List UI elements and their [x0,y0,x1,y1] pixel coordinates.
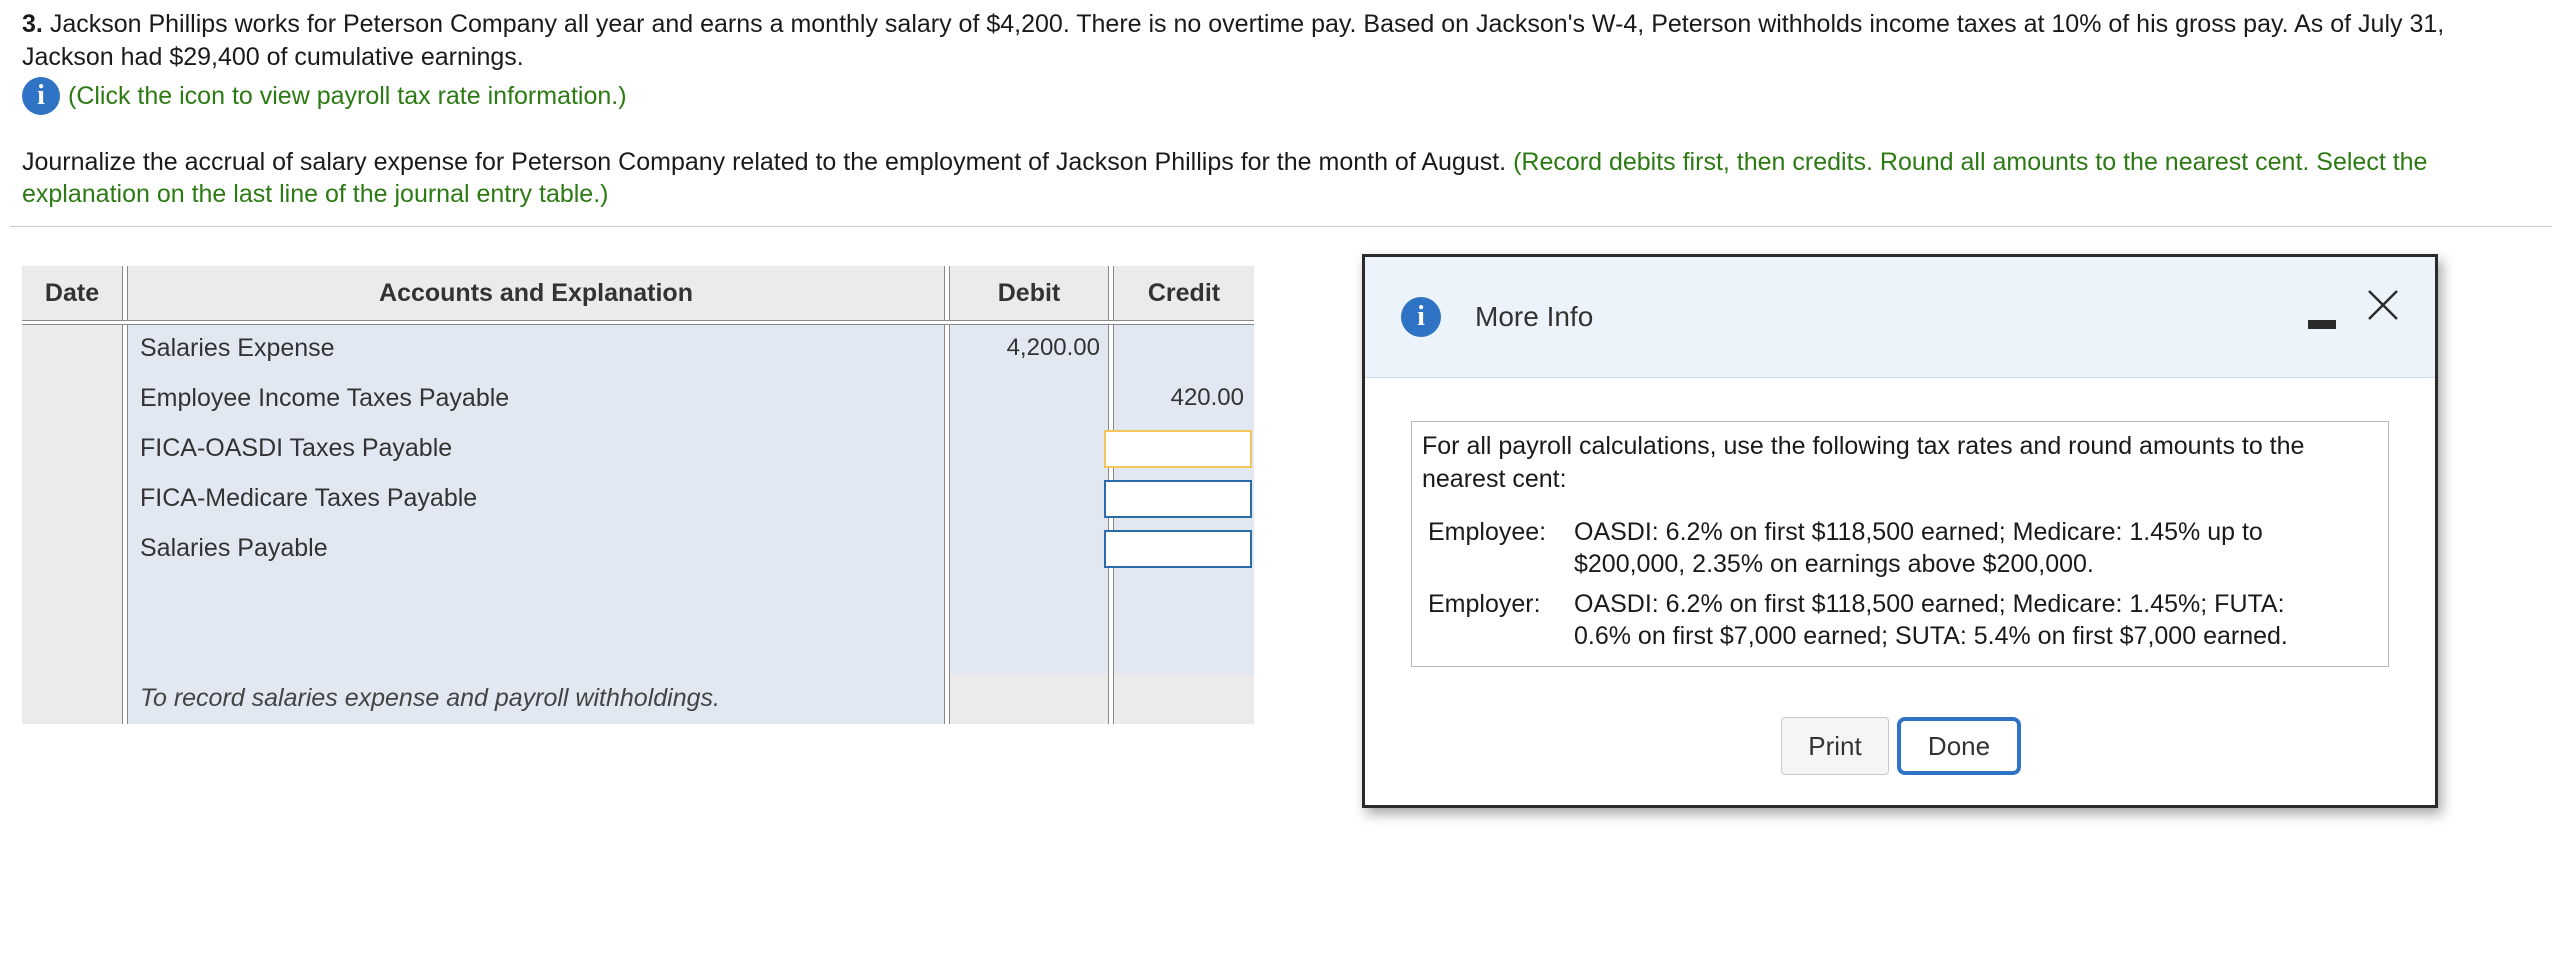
employee-rates: OASDI: 6.2% on first $118,500 earned; Me… [1574,518,2263,578]
header-debit: Debit [950,266,1108,320]
table-header: Date Accounts and Explanation Debit Cred… [22,266,1254,320]
problem-text: Jackson Phillips works for Peterson Comp… [22,10,2445,71]
column-separator [122,266,128,724]
header-credit: Credit [1114,266,1254,320]
header-accounts: Accounts and Explanation [128,266,944,320]
divider [10,226,2552,227]
problem-statement: 3. Jackson Phillips works for Peterson C… [22,8,2542,74]
done-button[interactable]: Done [1897,717,2021,775]
account-cell[interactable]: FICA-Medicare Taxes Payable [140,484,477,513]
info-intro: For all payroll calculations, use the fo… [1422,432,2305,493]
column-separator [1108,674,1114,724]
info-link-line: i (Click the icon to view payroll tax ra… [22,76,627,116]
header-date: Date [22,266,122,320]
credit-input-medicare[interactable] [1104,480,1252,518]
account-cell[interactable]: Salaries Expense [140,334,335,363]
employer-rates: OASDI: 6.2% on first $118,500 earned; Me… [1574,590,2288,650]
account-cell[interactable]: Salaries Payable [140,534,328,563]
credit-cell[interactable]: 420.00 [1114,384,1244,412]
info-link-text: (Click the icon to view payroll tax rate… [68,81,627,110]
account-cell[interactable]: Employee Income Taxes Payable [140,384,509,413]
dialog-header: i More Info [1365,257,2435,378]
account-cell[interactable]: FICA-OASDI Taxes Payable [140,434,452,463]
minimize-button[interactable] [2307,309,2337,339]
date-column [22,266,122,724]
explanation-text[interactable]: To record salaries expense and payroll w… [140,684,720,713]
explanation-date-cell [22,674,122,724]
employer-label: Employer: [1428,590,1541,618]
credit-input-salaries-payable[interactable] [1104,530,1252,568]
instructions: Journalize the accrual of salary expense… [22,146,2532,210]
close-button[interactable] [2363,285,2403,325]
tax-rate-info-box: For all payroll calculations, use the fo… [1411,421,2389,667]
journal-entry-table: Date Accounts and Explanation Debit Cred… [22,266,1254,724]
info-icon[interactable]: i [22,77,60,115]
debit-cell[interactable]: 4,200.00 [950,334,1100,362]
credit-input-oasdi[interactable] [1104,430,1252,468]
header-divider [22,320,1254,325]
dialog-title: More Info [1475,301,1594,332]
more-info-dialog: i More Info For all payroll calculations… [1362,254,2438,808]
employee-label: Employee: [1428,518,1547,546]
explanation-amount-cells [950,674,1254,724]
minimize-icon [2308,319,2336,329]
instructions-text: Journalize the accrual of salary expense… [22,148,1507,176]
close-icon [2368,290,2398,320]
problem-number: 3. [22,10,43,38]
print-button[interactable]: Print [1781,717,1889,775]
info-icon: i [1401,297,1441,337]
